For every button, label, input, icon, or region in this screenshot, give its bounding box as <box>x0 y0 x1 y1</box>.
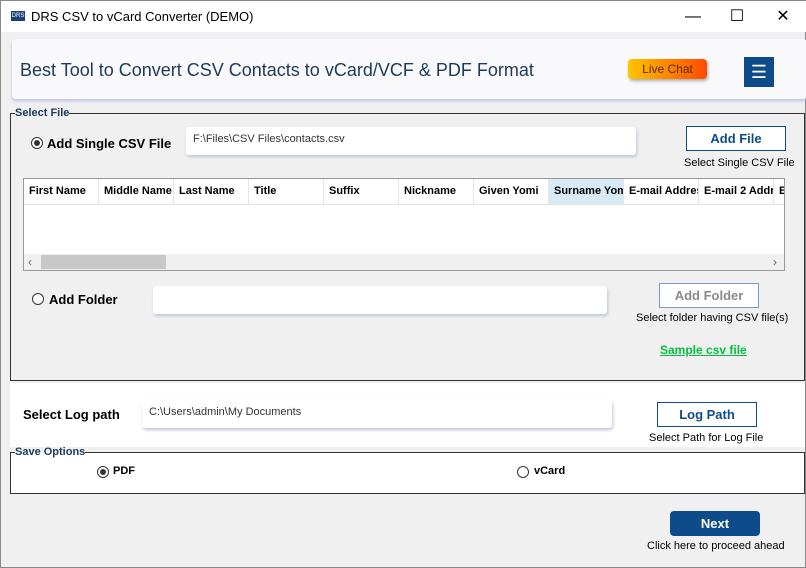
log-path-hint: Select Path for Log File <box>649 432 764 444</box>
pdf-label: PDF <box>113 465 135 477</box>
single-csv-label: Add Single CSV File <box>47 136 172 151</box>
column-header[interactable]: Given Yomi <box>474 179 549 205</box>
column-header[interactable]: First Name <box>24 179 99 205</box>
title-bar: DRS DRS CSV to vCard Converter (DEMO) — … <box>1 1 806 32</box>
live-chat-button[interactable]: Live Chat <box>628 59 707 79</box>
single-csv-path-input[interactable]: F:\Files\CSV Files\contacts.csv <box>186 127 636 155</box>
add-file-button[interactable]: Add File <box>686 126 786 151</box>
column-header[interactable]: Suffix <box>324 179 399 205</box>
app-icon: DRS <box>11 11 25 21</box>
scroll-left-icon[interactable]: ‹ <box>28 255 32 269</box>
maximize-button[interactable]: ☐ <box>717 5 757 29</box>
column-header[interactable]: E-mail 3 Address <box>774 179 784 205</box>
add-folder-button[interactable]: Add Folder <box>659 283 759 308</box>
column-header[interactable]: Nickname <box>399 179 474 205</box>
header-title: Best Tool to Convert CSV Contacts to vCa… <box>20 60 534 80</box>
vcard-label: vCard <box>534 465 566 477</box>
header-banner: Best Tool to Convert CSV Contacts to vCa… <box>12 39 806 99</box>
sample-csv-link[interactable]: Sample csv file <box>660 343 747 357</box>
column-header[interactable]: Last Name <box>174 179 249 205</box>
minimize-button[interactable]: — <box>673 5 713 29</box>
add-folder-radio[interactable] <box>32 293 44 305</box>
window-title: DRS CSV to vCard Converter (DEMO) <box>31 9 254 24</box>
log-path-input[interactable]: C:\Users\admin\My Documents <box>142 400 612 428</box>
column-header[interactable]: Title <box>249 179 324 205</box>
vcard-radio[interactable] <box>517 466 529 478</box>
close-button[interactable]: ✕ <box>763 5 803 29</box>
scroll-right-icon[interactable]: › <box>773 255 777 269</box>
column-header[interactable]: Surname Yomi <box>549 179 624 205</box>
next-button[interactable]: Next <box>670 511 760 536</box>
folder-path-input[interactable] <box>153 286 607 314</box>
horizontal-scrollbar[interactable]: ‹ › <box>24 254 784 270</box>
next-hint: Click here to proceed ahead <box>647 540 785 552</box>
save-options-legend: Save Options <box>15 446 86 458</box>
scrollbar-thumb[interactable] <box>41 255 166 269</box>
single-csv-radio[interactable] <box>31 137 43 149</box>
csv-preview-table[interactable]: First Name Middle Name Last Name Title Suffi… <box>23 178 785 271</box>
select-file-legend: Select File <box>15 107 70 119</box>
add-folder-hint: Select folder having CSV file(s) <box>636 312 789 324</box>
add-file-hint: Select Single CSV File <box>684 157 795 169</box>
column-header[interactable]: E-mail Address <box>624 179 699 205</box>
log-path-button[interactable]: Log Path <box>657 402 757 427</box>
column-header[interactable]: E-mail 2 Address <box>699 179 774 205</box>
add-folder-label: Add Folder <box>49 292 118 307</box>
pdf-radio[interactable] <box>97 466 109 478</box>
log-path-label: Select Log path <box>23 407 120 422</box>
hamburger-menu-icon[interactable]: ☰ <box>744 57 774 87</box>
column-header[interactable]: Middle Name <box>99 179 174 205</box>
